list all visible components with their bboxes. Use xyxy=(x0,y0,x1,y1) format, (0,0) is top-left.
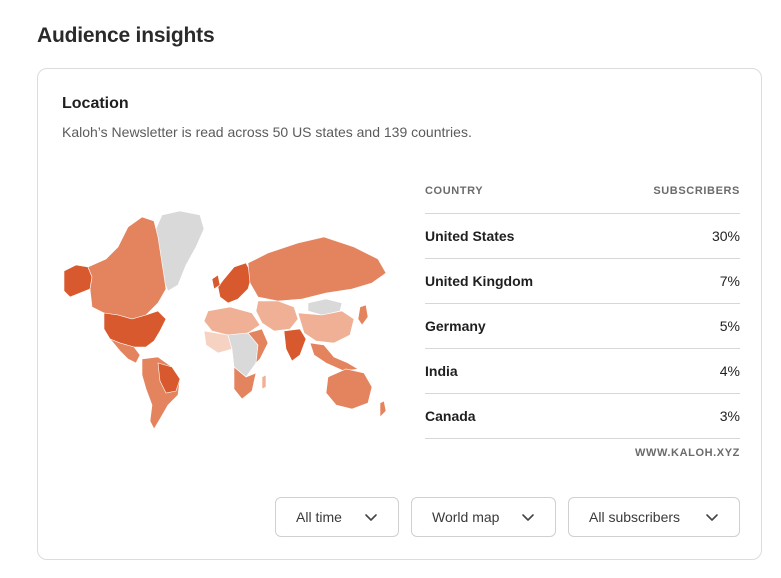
map-region-middle-east xyxy=(255,300,299,332)
map-region-madagascar xyxy=(261,374,267,390)
table-row: India 4% xyxy=(425,349,740,394)
chevron-down-icon xyxy=(365,514,377,521)
chevron-down-icon xyxy=(706,514,718,521)
map-region-europe xyxy=(217,262,253,304)
country-name: United States xyxy=(425,228,515,244)
header-subscribers: SUBSCRIBERS xyxy=(653,185,740,197)
chevron-down-icon xyxy=(522,514,534,521)
table-row: Germany 5% xyxy=(425,304,740,349)
location-subtitle: Kaloh’s Newsletter is read across 50 US … xyxy=(62,124,472,140)
header-country: COUNTRY xyxy=(425,185,484,197)
country-name: United Kingdom xyxy=(425,273,534,289)
country-name: India xyxy=(425,363,458,379)
view-type-dropdown[interactable]: World map xyxy=(411,497,556,537)
view-type-value: World map xyxy=(432,509,500,525)
time-range-dropdown[interactable]: All time xyxy=(275,497,399,537)
subscriber-share: 4% xyxy=(719,363,740,379)
map-region-china xyxy=(297,310,355,344)
country-name: Germany xyxy=(425,318,486,334)
time-range-value: All time xyxy=(296,509,342,525)
subscriber-share: 3% xyxy=(719,408,740,424)
table-row: United Kingdom 7% xyxy=(425,259,740,304)
location-title: Location xyxy=(62,95,129,112)
map-region-india xyxy=(283,328,307,362)
subscriber-share: 30% xyxy=(711,228,740,244)
map-region-japan xyxy=(357,304,369,326)
map-region-new-zealand xyxy=(379,400,387,418)
map-region-australia xyxy=(325,368,373,410)
country-table: COUNTRY SUBSCRIBERS United States 30% Un… xyxy=(425,173,740,459)
subscriber-share: 7% xyxy=(719,273,740,289)
table-header: COUNTRY SUBSCRIBERS xyxy=(425,173,740,214)
page-title: Audience insights xyxy=(37,24,215,47)
map-region-se-asia xyxy=(309,342,359,372)
world-map[interactable] xyxy=(62,207,402,432)
subscriber-share: 5% xyxy=(719,318,740,334)
map-region-africa-north xyxy=(203,306,261,336)
table-row: Canada 3% xyxy=(425,394,740,439)
location-card: Location Kaloh’s Newsletter is read acro… xyxy=(37,68,762,560)
source-label: WWW.KALOH.XYZ xyxy=(635,447,740,459)
table-row: United States 30% xyxy=(425,214,740,259)
audience-value: All subscribers xyxy=(589,509,681,525)
audience-dropdown[interactable]: All subscribers xyxy=(568,497,740,537)
country-name: Canada xyxy=(425,408,476,424)
map-region-canada xyxy=(87,216,167,320)
map-region-alaska xyxy=(63,264,93,298)
map-region-russia xyxy=(247,236,387,302)
